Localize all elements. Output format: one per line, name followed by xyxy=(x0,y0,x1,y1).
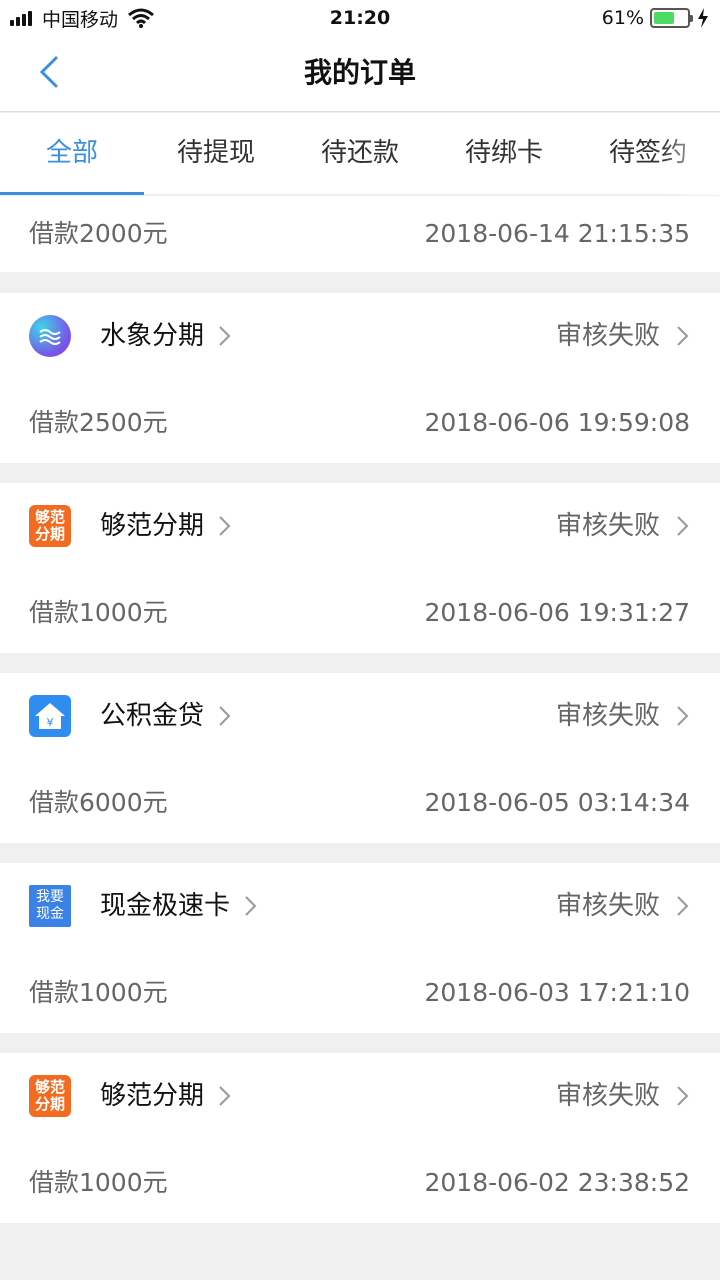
order-status-link[interactable]: 审核失败 xyxy=(556,505,692,547)
order-status: 审核失败 xyxy=(555,891,660,921)
product-name-link[interactable]: 公积金贷 xyxy=(100,695,234,737)
order-amount: 借款2500元 xyxy=(29,408,168,437)
product-name-link[interactable]: 现金极速卡 xyxy=(100,885,260,927)
chevron-right-icon xyxy=(677,326,689,346)
order-time: 2018-06-14 21:15:35 xyxy=(424,219,690,248)
order-status-link[interactable]: 审核失败 xyxy=(556,1075,692,1117)
order-card-partial[interactable]: 借款2000元 2018-06-14 21:15:35 xyxy=(0,196,720,272)
product-name-link[interactable]: 够范分期 xyxy=(100,1075,234,1117)
chevron-right-icon xyxy=(219,516,231,536)
order-amount: 借款6000元 xyxy=(29,788,168,817)
tab-fade xyxy=(660,113,720,195)
order-card[interactable]: 我要 现金 现金极速卡 审核失败 借款1000元 2018-06-03 17:2… xyxy=(0,863,720,1033)
product-name-link[interactable]: 水象分期 xyxy=(100,315,234,357)
order-status: 审核失败 xyxy=(555,701,660,731)
chevron-right-icon xyxy=(677,1086,689,1106)
house-logo-icon: ¥ xyxy=(29,695,71,737)
tab-indicator xyxy=(0,192,144,195)
order-time: 2018-06-06 19:31:27 xyxy=(424,598,690,627)
battery-fill xyxy=(654,12,674,24)
product-name: 现金极速卡 xyxy=(100,891,231,921)
product-name: 水象分期 xyxy=(100,321,205,351)
battery-percent: 61% xyxy=(601,7,644,29)
svg-text:¥: ¥ xyxy=(47,716,54,729)
chevron-right-icon xyxy=(245,896,257,916)
order-status-link[interactable]: 审核失败 xyxy=(556,885,692,927)
order-time: 2018-06-06 19:59:08 xyxy=(424,408,690,437)
order-status: 审核失败 xyxy=(555,1081,660,1111)
order-status: 审核失败 xyxy=(555,511,660,541)
chevron-right-icon xyxy=(677,706,689,726)
order-status-link[interactable]: 审核失败 xyxy=(556,695,692,737)
order-amount: 借款1000元 xyxy=(29,978,168,1007)
tab-pending-repay[interactable]: 待还款 xyxy=(288,113,432,195)
order-status-link[interactable]: 审核失败 xyxy=(556,315,692,357)
tab-all[interactable]: 全部 xyxy=(0,113,144,195)
chevron-right-icon xyxy=(219,1086,231,1106)
order-card[interactable]: 水象分期 审核失败 借款2500元 2018-06-06 19:59:08 xyxy=(0,293,720,463)
order-card[interactable]: 够范 分期 够范分期 审核失败 借款1000元 2018-06-02 23:38… xyxy=(0,1053,720,1223)
cash-logo-icon: 我要 现金 xyxy=(29,885,71,927)
wave-logo-icon xyxy=(29,315,71,357)
order-amount: 借款1000元 xyxy=(29,598,168,627)
chevron-right-icon xyxy=(219,326,231,346)
chevron-right-icon xyxy=(677,896,689,916)
product-name-link[interactable]: 够范分期 xyxy=(100,505,234,547)
tab-pending-bind-card[interactable]: 待绑卡 xyxy=(432,113,576,195)
product-name: 公积金贷 xyxy=(100,701,205,731)
page-title: 我的订单 xyxy=(303,56,416,89)
battery-icon xyxy=(650,8,693,28)
status-bar: 中国移动 21:20 61% xyxy=(0,0,720,36)
order-time: 2018-06-02 23:38:52 xyxy=(424,1168,690,1197)
status-right: 61% xyxy=(602,0,710,36)
nav-bar: 我的订单 xyxy=(0,36,720,112)
order-status: 审核失败 xyxy=(555,321,660,351)
order-card[interactable]: ¥ 公积金贷 审核失败 借款6000元 2018-06-05 03:14:34 xyxy=(0,673,720,843)
order-time: 2018-06-03 17:21:10 xyxy=(424,978,690,1007)
chevron-right-icon xyxy=(677,516,689,536)
order-tabs: 全部 待提现 待还款 待绑卡 待签约 xyxy=(0,113,720,195)
product-name: 够范分期 xyxy=(100,1081,205,1111)
order-time: 2018-06-05 03:14:34 xyxy=(424,788,690,817)
gf-logo-icon: 够范 分期 xyxy=(29,505,71,547)
charging-icon xyxy=(698,8,708,28)
order-amount: 借款1000元 xyxy=(29,1168,168,1197)
product-name: 够范分期 xyxy=(100,511,205,541)
order-card[interactable]: 够范 分期 够范分期 审核失败 借款1000元 2018-06-06 19:31… xyxy=(0,483,720,653)
gf-logo-icon: 够范 分期 xyxy=(29,1075,71,1117)
tab-pending-withdraw[interactable]: 待提现 xyxy=(144,113,288,195)
chevron-right-icon xyxy=(219,706,231,726)
order-amount: 借款2000元 xyxy=(29,219,168,248)
